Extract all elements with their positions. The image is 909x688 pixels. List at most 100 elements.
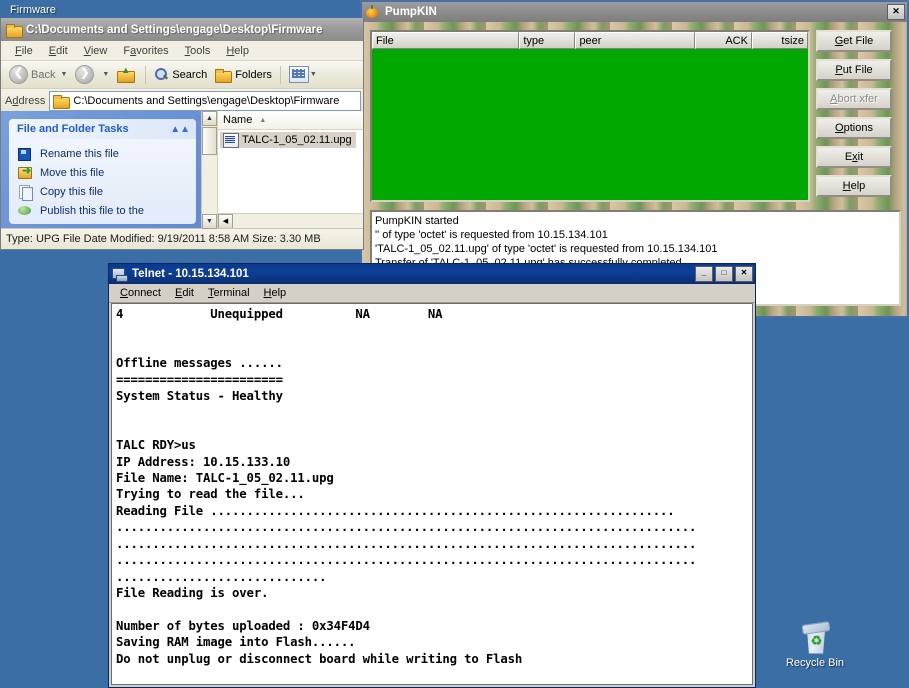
file-pane-horizontal-scrollbar[interactable]: ◀ — [218, 213, 363, 229]
rename-icon — [18, 146, 34, 161]
search-icon — [154, 67, 169, 82]
back-dropdown-icon[interactable]: ▼ — [60, 71, 67, 78]
task-move-this-file[interactable]: Move this file — [9, 163, 196, 182]
pumpkin-column-tsize[interactable]: tsize — [751, 32, 809, 49]
recycle-bin-shortcut[interactable]: ♻ Recycle Bin — [783, 620, 847, 670]
menu-help[interactable]: Help — [257, 286, 294, 300]
menu-edit[interactable]: Edit — [41, 44, 76, 58]
log-line: PumpKIN started — [375, 215, 459, 227]
address-value: C:\Documents and Settings\engage\Desktop… — [73, 95, 340, 107]
search-button[interactable]: Search — [150, 65, 211, 84]
menu-terminal[interactable]: Terminal — [201, 286, 257, 300]
status-text: Type: UPG File Date Modified: 9/19/2011 … — [6, 233, 321, 245]
get-file-button[interactable]: Get File — [816, 30, 892, 52]
back-button-label: Back — [31, 68, 56, 81]
telnet-window[interactable]: Telnet - 10.15.134.101 _ □ ✕ Connect Edi… — [108, 263, 756, 688]
pumpkin-column-ack[interactable]: ACK — [694, 32, 752, 49]
task-panel-title: File and Folder Tasks — [17, 123, 129, 135]
scroll-thumb[interactable] — [202, 127, 217, 155]
abort-xfer-button: Abort xfer — [816, 88, 892, 110]
forward-button[interactable]: ❯ — [71, 63, 101, 86]
explorer-window[interactable]: C:\Documents and Settings\engage\Desktop… — [0, 18, 364, 250]
sort-ascending-icon: ▲ — [259, 116, 267, 124]
scroll-left-button[interactable]: ◀ — [218, 214, 233, 229]
help-button[interactable]: Help — [816, 175, 892, 197]
terminal-text: 4 Unequipped NA NA Offline messages ....… — [116, 307, 697, 666]
folders-button[interactable]: Folders — [211, 67, 276, 83]
address-label: Address — [5, 95, 46, 107]
telnet-menubar: Connect Edit Terminal Help — [109, 284, 755, 303]
pumpkin-column-file[interactable]: File — [372, 32, 520, 49]
address-input[interactable]: C:\Documents and Settings\engage\Desktop… — [49, 91, 361, 111]
menu-tools[interactable]: Tools — [177, 44, 219, 58]
pumpkin-column-peer[interactable]: peer — [575, 32, 695, 49]
telnet-close-button[interactable]: ✕ — [735, 266, 753, 282]
folders-button-label: Folders — [235, 68, 272, 81]
file-list-item[interactable]: TALC-1_05_02.11.upg — [220, 132, 356, 148]
pumpkin-transfer-list[interactable]: File type peer ACK tsize — [370, 30, 810, 202]
up-folder-icon — [117, 65, 136, 83]
address-folder-icon — [53, 95, 71, 109]
pumpkin-column-headers: File type peer ACK tsize — [372, 32, 809, 49]
pumpkin-app-icon — [365, 5, 379, 19]
task-label: Copy this file — [40, 185, 103, 198]
pumpkin-titlebar[interactable]: PumpKIN ✕ — [362, 2, 907, 22]
menu-view[interactable]: View — [76, 44, 116, 58]
task-panel-header[interactable]: File and Folder Tasks ▲▲ — [9, 119, 196, 139]
options-button[interactable]: Options — [816, 117, 892, 139]
menu-favorites[interactable]: Favorites — [115, 44, 176, 58]
pumpkin-list-area[interactable] — [372, 49, 808, 200]
task-label: Publish this file to the — [40, 204, 144, 217]
explorer-toolbar: ❮ Back ▼ ❯ ▼ Search Folders — [1, 61, 363, 89]
up-button[interactable] — [113, 65, 141, 84]
views-button[interactable]: ▼ — [285, 64, 325, 85]
pumpkin-close-button[interactable]: ✕ — [887, 4, 905, 20]
toolbar-separator — [279, 65, 281, 84]
telnet-titlebar[interactable]: Telnet - 10.15.134.101 _ □ ✕ — [109, 264, 755, 284]
exit-button[interactable]: Exit — [816, 146, 892, 168]
desktop-folder-label: Firmware — [10, 4, 56, 16]
put-file-button[interactable]: Put File — [816, 59, 892, 81]
menu-connect[interactable]: Connect — [113, 286, 168, 300]
file-list[interactable]: TALC-1_05_02.11.upg — [218, 130, 363, 213]
explorer-status-bar: Type: UPG File Date Modified: 9/19/2011 … — [1, 228, 363, 249]
folders-icon — [215, 68, 233, 83]
telnet-app-icon — [112, 267, 128, 282]
back-button[interactable]: ❮ Back — [5, 63, 59, 86]
forward-dropdown-icon[interactable]: ▼ — [102, 71, 109, 78]
explorer-body: File and Folder Tasks ▲▲ Rename this fil… — [1, 111, 363, 229]
telnet-title-text: Telnet - 10.15.134.101 — [132, 268, 249, 280]
log-line: '' of type 'octet' is requested from 10.… — [375, 229, 608, 241]
pumpkin-button-column: Get File Put File Abort xfer Options Exi… — [816, 30, 892, 202]
chevron-up-icon[interactable]: ▲▲ — [170, 124, 190, 135]
scroll-down-button[interactable]: ▼ — [202, 214, 217, 229]
menu-edit[interactable]: Edit — [168, 286, 201, 300]
desktop[interactable]: Firmware ♻ Recycle Bin PumpKIN ✕ File ty… — [0, 0, 909, 688]
column-header-label: Name — [223, 114, 253, 126]
telnet-maximize-button[interactable]: □ — [715, 266, 733, 282]
menu-file[interactable]: File — [7, 44, 41, 58]
task-rename-this-file[interactable]: Rename this file — [9, 144, 196, 163]
telnet-terminal-screen[interactable]: 4 Unequipped NA NA Offline messages ....… — [111, 303, 753, 685]
views-dropdown-icon[interactable]: ▼ — [310, 71, 317, 78]
task-label: Rename this file — [40, 147, 119, 160]
menu-help[interactable]: Help — [218, 44, 257, 58]
pumpkin-title-text: PumpKIN — [385, 6, 437, 18]
recycle-bin-label: Recycle Bin — [785, 657, 845, 669]
recycle-bin-icon: ♻ — [798, 620, 832, 654]
move-icon — [18, 164, 34, 180]
views-icon — [288, 66, 309, 83]
folder-icon — [6, 23, 23, 38]
task-label: Move this file — [40, 166, 105, 179]
upg-file-icon — [223, 133, 239, 148]
explorer-titlebar[interactable]: C:\Documents and Settings\engage\Desktop… — [1, 18, 363, 41]
pumpkin-column-type[interactable]: type — [519, 32, 576, 49]
file-pane-vertical-scrollbar[interactable]: ▲ ▼ — [202, 111, 218, 229]
telnet-minimize-button[interactable]: _ — [695, 266, 713, 282]
task-publish-this-file[interactable]: Publish this file to the — [9, 201, 196, 220]
explorer-file-pane[interactable]: ▲ ▼ Name ▲ TALC-1_05_02.11.upg ◀ — [201, 111, 363, 229]
file-column-header-name[interactable]: Name ▲ — [218, 111, 363, 130]
back-arrow-icon: ❮ — [9, 65, 28, 84]
task-copy-this-file[interactable]: Copy this file — [9, 182, 196, 201]
scroll-up-button[interactable]: ▲ — [202, 111, 217, 126]
